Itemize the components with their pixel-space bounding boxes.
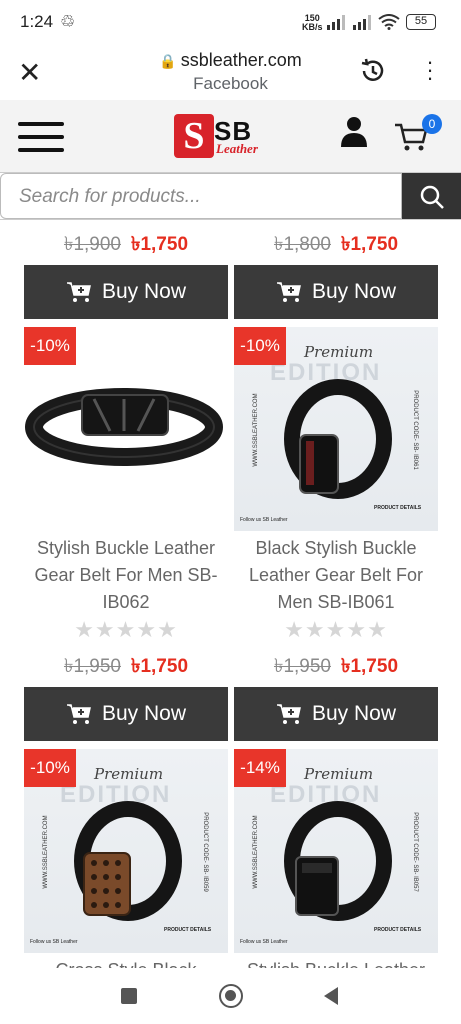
logo-subtext: Leather bbox=[216, 141, 258, 156]
buy-now-button[interactable]: Buy Now bbox=[24, 687, 228, 741]
browser-toolbar: ✕ 🔒 ssbleather.com Facebook · · · bbox=[0, 42, 461, 100]
add-to-cart-icon bbox=[276, 704, 301, 725]
discount-badge: -10% bbox=[234, 327, 286, 365]
add-to-cart-icon bbox=[66, 282, 91, 303]
system-nav-bar bbox=[0, 968, 461, 1024]
product-details-label: PRODUCT DETAILS bbox=[374, 927, 422, 933]
product-details-label: PRODUCT DETAILS bbox=[374, 505, 422, 511]
signal-icon bbox=[327, 15, 345, 30]
back-icon[interactable] bbox=[322, 986, 340, 1006]
product-title[interactable]: Cross Style Black bbox=[24, 957, 228, 968]
recents-icon[interactable] bbox=[121, 988, 137, 1004]
discount-badge: -10% bbox=[24, 327, 76, 365]
product-image[interactable]: -10% bbox=[24, 327, 228, 531]
product-code-vertical: PRODUCT CODE- SB- IB059 bbox=[202, 812, 208, 892]
buy-now-button[interactable]: Buy Now bbox=[234, 265, 438, 319]
discount-badge: -10% bbox=[24, 749, 76, 787]
price-row: ৳1,950 ৳1,750 bbox=[273, 656, 399, 677]
rating-stars: ★★★★★ bbox=[284, 617, 388, 642]
follow-label: Follow us SB Leather bbox=[30, 939, 78, 945]
price-row: ৳1,950 ৳1,750 bbox=[63, 656, 189, 677]
buy-now-button[interactable]: Buy Now bbox=[234, 687, 438, 741]
signal-icon bbox=[353, 15, 371, 30]
home-icon[interactable] bbox=[219, 984, 243, 1008]
add-to-cart-icon bbox=[66, 704, 91, 725]
add-to-cart-icon bbox=[276, 282, 301, 303]
site-vertical: WWW.SSBLEATHER.COM bbox=[253, 393, 259, 467]
follow-label: Follow us SB Leather bbox=[240, 517, 288, 523]
overflow-menu-icon[interactable]: · · · bbox=[420, 51, 440, 89]
url-origin: Facebook bbox=[193, 74, 268, 93]
wifi-icon bbox=[378, 14, 400, 30]
product-image[interactable]: Premium EDITION WWW.SSBLEATHER.COM PRODU… bbox=[234, 327, 438, 531]
history-icon[interactable] bbox=[358, 56, 388, 86]
product-image[interactable]: Premium EDITION WWW.SSBLEATHER.COM PRODU… bbox=[234, 749, 438, 953]
site-vertical: WWW.SSBLEATHER.COM bbox=[253, 815, 259, 889]
site-header: S SB Leather bbox=[0, 100, 461, 172]
product-title[interactable]: Black Stylish Buckle Leather Gear Belt F… bbox=[234, 535, 438, 616]
url-domain[interactable]: 🔒 ssbleather.com bbox=[0, 50, 461, 71]
search-bar: Search for products... bbox=[0, 172, 461, 220]
search-button[interactable] bbox=[402, 173, 461, 219]
product-image[interactable]: Premium EDITION WWW.SSBLEATHER.COM PRODU… bbox=[24, 749, 228, 953]
price-row: ৳1,800 ৳1,750 bbox=[273, 234, 399, 255]
lock-icon: 🔒 bbox=[159, 53, 177, 69]
belt-image bbox=[284, 379, 392, 499]
network-speed: 150 KB/s bbox=[302, 13, 323, 32]
product-code-vertical: PRODUCT CODE- SB- IB061 bbox=[412, 390, 418, 470]
battery-icon: 55 bbox=[406, 14, 436, 30]
buy-now-button[interactable]: Buy Now bbox=[24, 265, 228, 319]
price-row: ৳1,900 ৳1,750 bbox=[63, 234, 189, 255]
site-logo[interactable]: S SB Leather bbox=[172, 114, 272, 160]
search-icon bbox=[420, 185, 444, 209]
product-grid: ৳1,900 ৳1,750 ৳1,800 ৳1,750 Buy Now Buy No… bbox=[0, 220, 461, 968]
follow-label: Follow us SB Leather bbox=[240, 939, 288, 945]
hamburger-menu-icon[interactable] bbox=[18, 122, 64, 152]
product-title[interactable]: Stylish Buckle Leather Gear Belt For Men… bbox=[24, 535, 228, 616]
user-account-icon[interactable] bbox=[340, 116, 368, 148]
cart-count-badge: 0 bbox=[422, 114, 442, 134]
status-bar: 1:24 ♲ 150 KB/s 55 bbox=[0, 0, 461, 42]
logo-mark: S bbox=[174, 114, 214, 158]
product-code-vertical: PRODUCT CODE- SB- IB057 bbox=[412, 812, 418, 892]
product-details-label: PRODUCT DETAILS bbox=[164, 927, 212, 933]
status-time: 1:24 bbox=[20, 12, 54, 31]
discount-badge: -14% bbox=[234, 749, 286, 787]
belt-image bbox=[284, 801, 392, 921]
sync-icon: ♲ bbox=[60, 12, 76, 31]
product-title[interactable]: Stylish Buckle Leather bbox=[234, 957, 438, 968]
site-vertical: WWW.SSBLEATHER.COM bbox=[43, 815, 49, 889]
search-input[interactable]: Search for products... bbox=[0, 173, 402, 219]
rating-stars: ★★★★★ bbox=[74, 617, 178, 642]
belt-image bbox=[74, 801, 182, 921]
